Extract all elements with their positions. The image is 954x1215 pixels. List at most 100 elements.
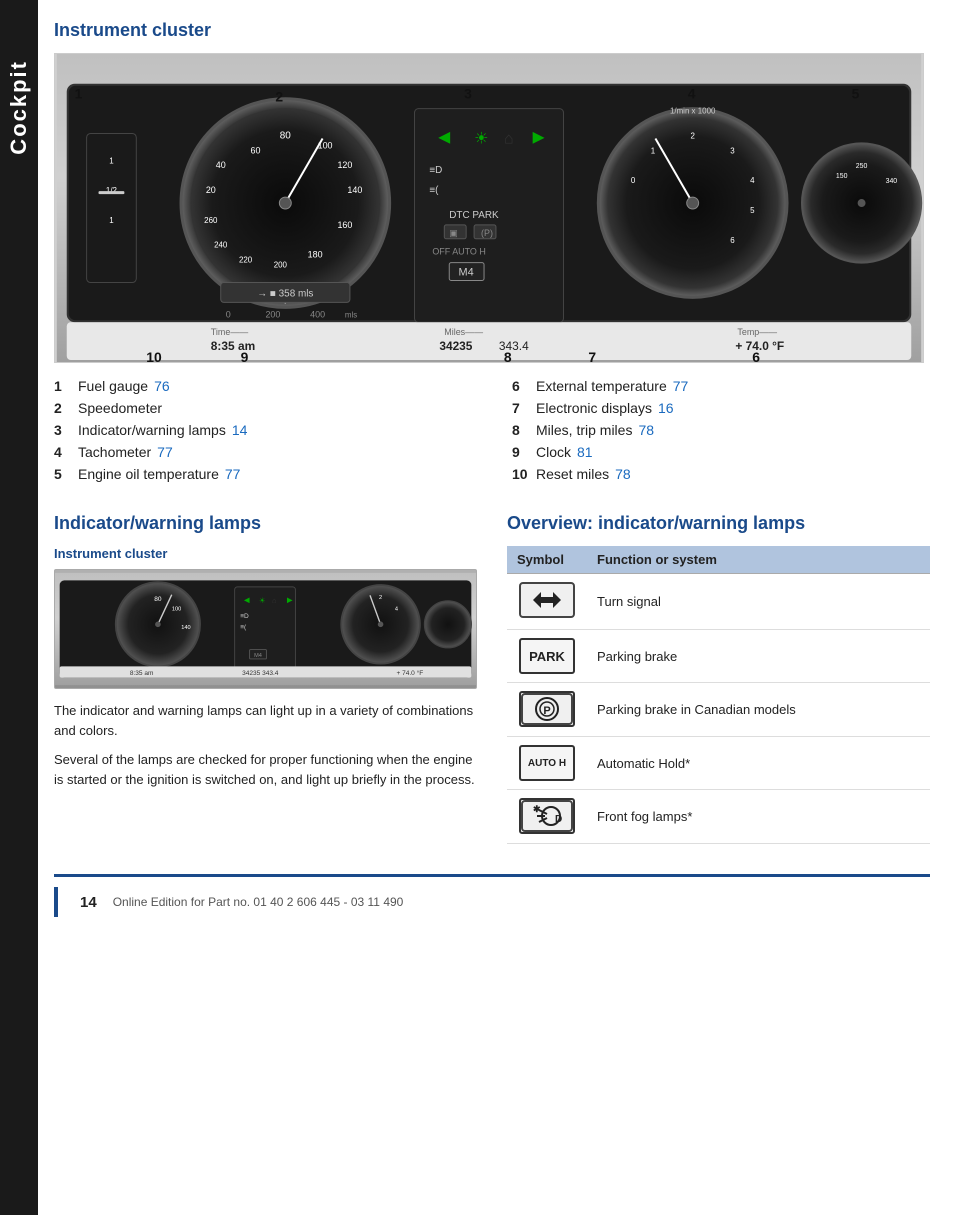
svg-text:▣: ▣ [449, 228, 457, 238]
svg-text:34235: 34235 [439, 339, 472, 353]
item-number: 5 [54, 466, 72, 482]
svg-text:7: 7 [588, 349, 596, 362]
parking-brake-canadian-icon: P [519, 691, 575, 727]
parking-brake-icon: PARK [519, 638, 575, 674]
item-link[interactable]: 78 [615, 466, 631, 482]
svg-text:≡(: ≡( [429, 185, 439, 196]
items-right-col: 6 External temperature 77 7 Electronic d… [512, 375, 930, 485]
svg-text:(P): (P) [481, 228, 493, 238]
function-text: Automatic Hold* [597, 756, 690, 771]
footer-bar [54, 887, 58, 917]
svg-text:M4: M4 [459, 267, 474, 279]
overview-title: Overview: indicator/warning lamps [507, 513, 930, 534]
list-item: 2 Speedometer [54, 397, 472, 419]
item-link[interactable]: 81 [577, 444, 593, 460]
item-label: Tachometer [78, 444, 151, 460]
symbol-cell: AUTO H [507, 737, 587, 790]
item-number: 4 [54, 444, 72, 460]
svg-text:◄: ◄ [242, 595, 251, 605]
svg-text:250: 250 [856, 163, 868, 170]
svg-text:✱: ✱ [533, 804, 541, 814]
svg-text:⌂: ⌂ [272, 596, 277, 605]
item-link[interactable]: 77 [157, 444, 173, 460]
item-label: Clock [536, 444, 571, 460]
item-number: 6 [512, 378, 530, 394]
svg-text:100: 100 [172, 606, 181, 612]
svg-text:8:35 am: 8:35 am [211, 339, 255, 353]
svg-text:DTC PARK: DTC PARK [449, 210, 499, 221]
svg-text:2: 2 [379, 595, 382, 601]
svg-text:Temp——: Temp—— [737, 327, 777, 337]
item-number: 1 [54, 378, 72, 394]
svg-text:4: 4 [395, 606, 398, 612]
svg-text:⌂: ⌂ [504, 130, 514, 147]
items-left-col: 1 Fuel gauge 76 2 Speedometer 3 Indicato… [54, 375, 472, 485]
svg-text:200: 200 [274, 261, 288, 270]
warning-body1: The indicator and warning lamps can ligh… [54, 701, 477, 740]
svg-text:4: 4 [750, 176, 755, 185]
item-label: External temperature [536, 378, 667, 394]
svg-text:1/min x 1000: 1/min x 1000 [670, 107, 716, 116]
svg-text:1: 1 [109, 216, 114, 225]
item-link[interactable]: 77 [225, 466, 241, 482]
item-number: 3 [54, 422, 72, 438]
svg-text:2: 2 [275, 89, 283, 105]
svg-text:3: 3 [464, 86, 472, 102]
function-cell: Parking brake [587, 630, 930, 683]
item-link[interactable]: 14 [232, 422, 248, 438]
table-row: PARK Parking brake [507, 630, 930, 683]
list-item: 4 Tachometer 77 [54, 441, 472, 463]
item-number: 9 [512, 444, 530, 460]
list-item: 1 Fuel gauge 76 [54, 375, 472, 397]
svg-text:6: 6 [752, 349, 760, 362]
page-number: 14 [80, 894, 97, 911]
svg-text:1: 1 [75, 86, 83, 102]
svg-text:140: 140 [181, 625, 190, 631]
function-text: Front fog lamps* [597, 809, 692, 824]
auto-hold-icon: AUTO H [519, 745, 575, 781]
list-item: 8 Miles, trip miles 78 [512, 419, 930, 441]
table-row: AUTO H Automatic Hold* [507, 737, 930, 790]
warning-body2: Several of the lamps are checked for pro… [54, 750, 477, 789]
svg-text:5: 5 [750, 206, 755, 215]
lower-section: Indicator/warning lamps Instrument clust… [54, 513, 930, 844]
warning-lamps-title: Indicator/warning lamps [54, 513, 477, 534]
list-item: 7 Electronic displays 16 [512, 397, 930, 419]
function-cell: Turn signal [587, 574, 930, 630]
svg-text:10: 10 [146, 349, 162, 362]
item-label: Indicator/warning lamps [78, 422, 226, 438]
svg-text:mls: mls [345, 310, 357, 319]
function-text: Turn signal [597, 594, 661, 609]
svg-text:►: ► [285, 595, 294, 605]
symbol-cell: P [507, 683, 587, 737]
svg-text:OFF AUTO H: OFF AUTO H [432, 247, 485, 257]
svg-text:M4: M4 [254, 653, 262, 659]
svg-text:6: 6 [730, 236, 735, 245]
fog-lamp-icon: ✱ D [519, 798, 575, 834]
svg-text:260: 260 [204, 216, 218, 225]
svg-text:140: 140 [347, 185, 362, 195]
table-row: ✱ D Front fog lamps* [507, 790, 930, 844]
item-label: Speedometer [78, 400, 162, 416]
svg-text:8: 8 [504, 349, 512, 362]
svg-text:34235 343.4: 34235 343.4 [242, 670, 279, 677]
svg-text:Miles——: Miles—— [444, 327, 483, 337]
instrument-cluster-title: Instrument cluster [54, 20, 930, 41]
item-link[interactable]: 76 [154, 378, 170, 394]
item-link[interactable]: 78 [638, 422, 654, 438]
svg-text:P: P [543, 705, 550, 717]
turn-signal-icon [519, 582, 575, 618]
dashboard-image: 80 100 120 140 160 180 200 220 240 260 6… [54, 53, 924, 363]
svg-text:☀: ☀ [474, 130, 488, 147]
warning-lamps-section: Indicator/warning lamps Instrument clust… [54, 513, 477, 844]
symbol-cell [507, 574, 587, 630]
item-label: Engine oil temperature [78, 466, 219, 482]
item-label: Miles, trip miles [536, 422, 632, 438]
svg-text:+ 74.0 °F: + 74.0 °F [396, 669, 423, 677]
overview-table: Symbol Function or system [507, 546, 930, 844]
item-link[interactable]: 16 [658, 400, 674, 416]
col-symbol: Symbol [507, 546, 587, 574]
svg-text:≡(: ≡( [240, 624, 247, 631]
item-link[interactable]: 77 [673, 378, 689, 394]
list-item: 9 Clock 81 [512, 441, 930, 463]
